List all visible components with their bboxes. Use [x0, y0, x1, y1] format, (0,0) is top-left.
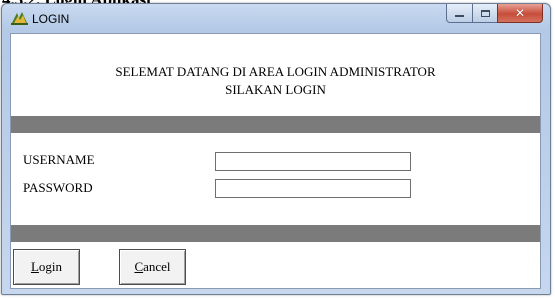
minimize-icon	[455, 15, 464, 17]
app-icon	[11, 12, 28, 25]
maximize-button[interactable]	[472, 4, 498, 23]
login-mnemonic: L	[30, 259, 39, 274]
login-label: ogin	[38, 259, 63, 274]
bottom-divider-bar	[11, 225, 540, 242]
username-label: USERNAME	[23, 152, 95, 167]
login-form-panel: SELEMAT DATANG DI AREA LOGIN ADMINISTRAT…	[10, 33, 541, 289]
cancel-button[interactable]: Cancel	[119, 249, 186, 285]
cancel-mnemonic: C	[134, 259, 144, 274]
password-label: PASSWORD	[23, 180, 93, 195]
cancel-label: ancel	[143, 259, 171, 274]
password-input[interactable]	[215, 179, 411, 198]
maximize-icon	[480, 9, 490, 17]
welcome-line-1: SELEMAT DATANG DI AREA LOGIN ADMINISTRAT…	[115, 64, 436, 79]
login-window: LOGIN ✕ SELEMAT DATANG DI AREA LOGIN ADM…	[1, 3, 551, 295]
window-title: LOGIN	[32, 12, 70, 26]
close-button[interactable]: ✕	[497, 4, 543, 23]
welcome-message: SELEMAT DATANG DI AREA LOGIN ADMINISTRAT…	[11, 63, 540, 99]
minimize-button[interactable]	[446, 4, 473, 23]
top-divider-bar	[11, 116, 540, 133]
username-input[interactable]	[215, 152, 411, 171]
close-icon: ✕	[514, 6, 526, 20]
welcome-line-2: SILAKAN LOGIN	[225, 82, 326, 97]
login-button[interactable]: Login	[13, 249, 80, 285]
title-bar[interactable]: LOGIN ✕	[2, 4, 550, 34]
